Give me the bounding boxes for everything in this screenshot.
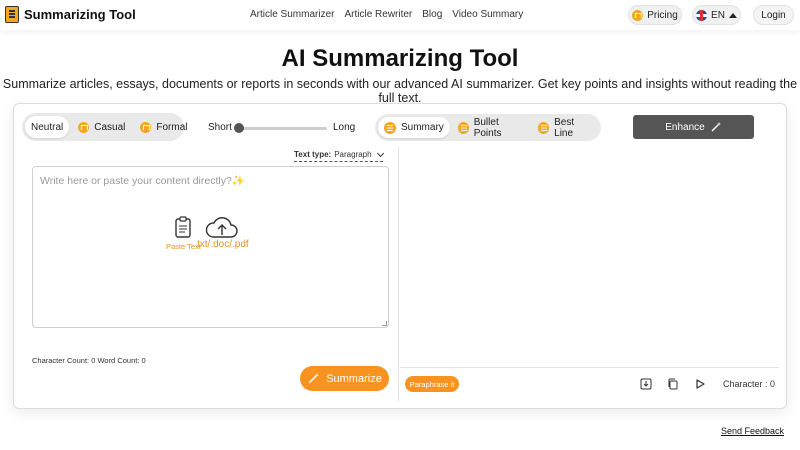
- nav-article-summarizer[interactable]: Article Summarizer: [250, 9, 334, 20]
- crown-icon: [632, 9, 644, 21]
- crown-icon: [538, 121, 550, 134]
- download-icon[interactable]: [640, 378, 652, 390]
- enhance-label: Enhance: [665, 121, 705, 133]
- top-navbar: Summarizing Tool Article Summarizer Arti…: [0, 0, 800, 30]
- nav-article-rewriter[interactable]: Article Rewriter: [344, 9, 412, 20]
- crown-icon: [78, 121, 90, 133]
- output-character-count: Character : 0: [723, 379, 776, 389]
- login-button[interactable]: Login: [753, 5, 794, 25]
- bullet-list-icon: [457, 121, 469, 134]
- magic-wand-icon: [711, 122, 721, 132]
- nav-video-summary[interactable]: Video Summary: [452, 9, 523, 20]
- length-short-label: Short: [208, 122, 232, 133]
- send-feedback-link[interactable]: Send Feedback: [721, 426, 784, 436]
- tone-selector: Neutral Casual Formal: [22, 113, 188, 141]
- chevron-down-icon: [376, 149, 384, 158]
- tone-casual[interactable]: Casual: [72, 116, 131, 138]
- language-label: EN: [711, 9, 725, 21]
- login-label: Login: [761, 9, 786, 21]
- crown-icon: [140, 121, 152, 133]
- notepad-logo-icon: [5, 6, 19, 23]
- tone-casual-label: Casual: [94, 121, 126, 133]
- cloud-upload-icon[interactable]: [205, 215, 239, 239]
- character-word-count: Character Count: 0 Word Count: 0: [32, 356, 146, 365]
- clipboard-icon[interactable]: [174, 215, 194, 239]
- mode-best-line[interactable]: Best Line: [532, 116, 598, 139]
- nav-blog[interactable]: Blog: [422, 9, 442, 20]
- text-type-value: Paragraph: [334, 150, 372, 159]
- tone-formal-label: Formal: [156, 121, 188, 133]
- resize-handle[interactable]: [382, 321, 387, 326]
- uk-flag-icon: [696, 9, 708, 21]
- text-type-dropdown[interactable]: Text type: Paragraph: [294, 149, 384, 162]
- pricing-button[interactable]: Pricing: [628, 5, 682, 25]
- page-title: AI Summarizing Tool: [281, 45, 519, 72]
- page-subtitle: Summarize articles, essays, documents or…: [2, 77, 798, 105]
- pricing-label: Pricing: [647, 9, 678, 21]
- mode-bullet-points-label: Bullet Points: [473, 116, 502, 139]
- mode-best-line-label: Best Line: [554, 116, 575, 139]
- mode-summary[interactable]: Summary: [378, 117, 450, 138]
- upload-file-label[interactable]: txt/.doc/.pdf: [197, 239, 249, 250]
- tone-neutral[interactable]: Neutral: [25, 116, 70, 138]
- copy-icon[interactable]: [667, 378, 679, 390]
- brand[interactable]: Summarizing Tool: [5, 6, 136, 23]
- summarize-button[interactable]: Summarize: [300, 366, 389, 391]
- content-input-placeholder: Write here or paste your content directl…: [40, 175, 245, 187]
- play-icon[interactable]: [694, 378, 706, 390]
- paraphrase-button[interactable]: Paraphrase it: [405, 376, 459, 392]
- mode-bullet-points[interactable]: Bullet Points: [452, 116, 530, 139]
- language-selector[interactable]: EN: [692, 5, 741, 25]
- tone-formal[interactable]: Formal: [134, 116, 193, 138]
- summarize-label: Summarize: [326, 372, 382, 385]
- brand-name: Summarizing Tool: [24, 7, 136, 22]
- main-nav: Article Summarizer Article Rewriter Blog…: [250, 9, 523, 20]
- enhance-button[interactable]: Enhance: [633, 115, 754, 139]
- mode-summary-label: Summary: [401, 122, 444, 133]
- magic-wand-icon: [308, 373, 320, 384]
- length-slider-thumb[interactable]: [234, 123, 244, 133]
- length-long-label: Long: [333, 122, 356, 133]
- list-icon: [384, 121, 396, 134]
- output-panel: [400, 147, 779, 367]
- caret-up-icon: [728, 12, 737, 18]
- text-type-label: Text type:: [294, 150, 332, 159]
- paste-text-label[interactable]: Paste Text: [166, 242, 201, 251]
- tone-neutral-label: Neutral: [31, 121, 64, 133]
- length-slider-track[interactable]: [237, 127, 327, 130]
- mode-selector: Summary Bullet Points Best Line: [375, 114, 601, 141]
